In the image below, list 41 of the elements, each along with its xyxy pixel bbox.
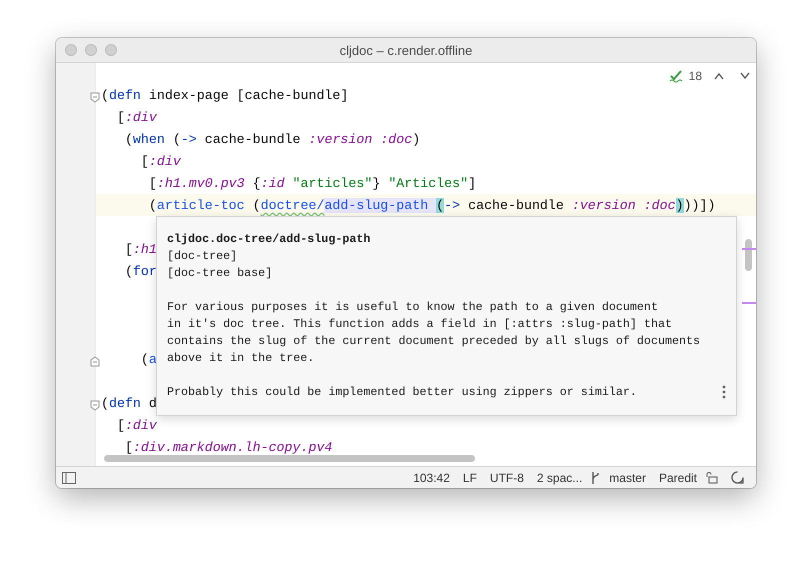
code-line: (defn index-page [cache-bundle] [101, 88, 348, 102]
zoom-button[interactable] [105, 44, 117, 56]
code-line: (defn d [101, 396, 157, 410]
code-line: (when (-> cache-bundle :version :doc) [124, 132, 420, 146]
function-signature: [doc-tree base] [167, 265, 274, 282]
function-signature: [doc-tree] [167, 248, 238, 265]
code-line: (a [140, 352, 157, 366]
code-line: [:div [140, 154, 181, 168]
code-line: [:div [116, 418, 157, 432]
window-title: cljdoc – c.render.offline [340, 42, 472, 58]
chat-bubble-icon[interactable] [731, 471, 744, 484]
fold-icon[interactable] [90, 92, 100, 103]
git-branch[interactable]: master [609, 470, 646, 484]
lock-icon[interactable] [706, 472, 718, 484]
doc-paragraph: For various purposes it is useful to know the path to a given document in it's doc tree. This function adds a field in [:attrs :slug-path] that contains the slug of the current document preceded by all slugs of documents above it in the tree. [167, 299, 700, 367]
inspection-count: 18 [688, 69, 702, 83]
indent-setting[interactable]: 2 spac... [536, 470, 582, 484]
fold-icon[interactable] [90, 400, 100, 411]
check-icon [668, 69, 683, 83]
scrollbar-thumb[interactable] [745, 239, 752, 271]
function-name: cljdoc.doc-tree/add-slug-path [167, 231, 372, 248]
caret-up-icon[interactable] [714, 72, 724, 80]
scrollbar-thumb[interactable] [104, 455, 475, 462]
code-line: (for [124, 264, 157, 278]
editing-mode[interactable]: Paredit [658, 470, 697, 484]
code-line: [:div [116, 110, 157, 124]
panel-toggle-icon[interactable] [62, 472, 76, 484]
fold-icon[interactable] [90, 356, 100, 367]
code-line: [:div.markdown.lh-copy.pv4 [124, 440, 332, 454]
caret-position[interactable]: 103:42 [413, 470, 450, 484]
minimize-button[interactable] [85, 44, 97, 56]
code-line: [:h1.mv0.pv3 {:id "articles"} "Articles"] [148, 176, 476, 190]
branch-icon[interactable] [590, 470, 600, 484]
code-line: (article-toc (doctree/add-slug-path (-> cache-bundle :version :doc)))]) [148, 198, 716, 212]
more-icon[interactable] [722, 385, 726, 399]
close-button[interactable] [65, 44, 77, 56]
caret-down-icon[interactable] [740, 72, 750, 80]
doc-paragraph: Probably this could be implemented better using zippers or similar. [167, 384, 637, 401]
code-line: [:h1 [124, 242, 157, 256]
line-ending[interactable]: LF [462, 470, 477, 484]
file-encoding[interactable]: UTF-8 [490, 470, 524, 484]
